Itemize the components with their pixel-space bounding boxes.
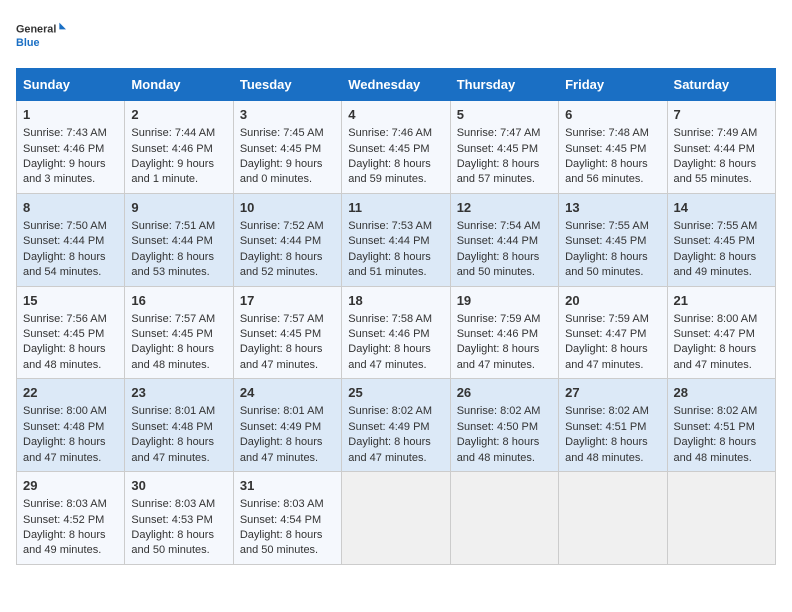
- day-number: 7: [674, 106, 769, 124]
- cell-week2-day4: 12Sunrise: 7:54 AMSunset: 4:44 PMDayligh…: [450, 193, 558, 286]
- header-tuesday: Tuesday: [233, 69, 341, 101]
- logo-svg: General Blue: [16, 16, 66, 56]
- day-number: 29: [23, 477, 118, 495]
- cell-week2-day6: 14Sunrise: 7:55 AMSunset: 4:45 PMDayligh…: [667, 193, 775, 286]
- day-number: 27: [565, 384, 660, 402]
- day-number: 1: [23, 106, 118, 124]
- day-number: 14: [674, 199, 769, 217]
- day-number: 23: [131, 384, 226, 402]
- header-monday: Monday: [125, 69, 233, 101]
- day-number: 24: [240, 384, 335, 402]
- week-row-3: 15Sunrise: 7:56 AMSunset: 4:45 PMDayligh…: [17, 286, 776, 379]
- calendar-table: SundayMondayTuesdayWednesdayThursdayFrid…: [16, 68, 776, 565]
- cell-week3-day5: 20Sunrise: 7:59 AMSunset: 4:47 PMDayligh…: [559, 286, 667, 379]
- cell-week4-day3: 25Sunrise: 8:02 AMSunset: 4:49 PMDayligh…: [342, 379, 450, 472]
- day-number: 8: [23, 199, 118, 217]
- week-row-4: 22Sunrise: 8:00 AMSunset: 4:48 PMDayligh…: [17, 379, 776, 472]
- cell-week5-day1: 30Sunrise: 8:03 AMSunset: 4:53 PMDayligh…: [125, 472, 233, 565]
- svg-text:General: General: [16, 24, 56, 36]
- cell-week1-day2: 3Sunrise: 7:45 AMSunset: 4:45 PMDaylight…: [233, 101, 341, 194]
- week-row-2: 8Sunrise: 7:50 AMSunset: 4:44 PMDaylight…: [17, 193, 776, 286]
- week-row-5: 29Sunrise: 8:03 AMSunset: 4:52 PMDayligh…: [17, 472, 776, 565]
- day-number: 13: [565, 199, 660, 217]
- cell-week2-day5: 13Sunrise: 7:55 AMSunset: 4:45 PMDayligh…: [559, 193, 667, 286]
- cell-week1-day0: 1Sunrise: 7:43 AMSunset: 4:46 PMDaylight…: [17, 101, 125, 194]
- day-number: 6: [565, 106, 660, 124]
- cell-week2-day3: 11Sunrise: 7:53 AMSunset: 4:44 PMDayligh…: [342, 193, 450, 286]
- day-number: 30: [131, 477, 226, 495]
- header-thursday: Thursday: [450, 69, 558, 101]
- cell-week2-day2: 10Sunrise: 7:52 AMSunset: 4:44 PMDayligh…: [233, 193, 341, 286]
- cell-week3-day3: 18Sunrise: 7:58 AMSunset: 4:46 PMDayligh…: [342, 286, 450, 379]
- day-number: 17: [240, 292, 335, 310]
- day-number: 28: [674, 384, 769, 402]
- cell-week4-day1: 23Sunrise: 8:01 AMSunset: 4:48 PMDayligh…: [125, 379, 233, 472]
- cell-week5-day2: 31Sunrise: 8:03 AMSunset: 4:54 PMDayligh…: [233, 472, 341, 565]
- svg-text:Blue: Blue: [16, 37, 39, 49]
- cell-week3-day1: 16Sunrise: 7:57 AMSunset: 4:45 PMDayligh…: [125, 286, 233, 379]
- header-friday: Friday: [559, 69, 667, 101]
- day-number: 12: [457, 199, 552, 217]
- cell-week3-day2: 17Sunrise: 7:57 AMSunset: 4:45 PMDayligh…: [233, 286, 341, 379]
- cell-week5-day0: 29Sunrise: 8:03 AMSunset: 4:52 PMDayligh…: [17, 472, 125, 565]
- day-number: 25: [348, 384, 443, 402]
- day-number: 22: [23, 384, 118, 402]
- day-headers-row: SundayMondayTuesdayWednesdayThursdayFrid…: [17, 69, 776, 101]
- day-number: 2: [131, 106, 226, 124]
- day-number: 16: [131, 292, 226, 310]
- cell-week5-day6: [667, 472, 775, 565]
- cell-week1-day1: 2Sunrise: 7:44 AMSunset: 4:46 PMDaylight…: [125, 101, 233, 194]
- day-number: 26: [457, 384, 552, 402]
- cell-week1-day4: 5Sunrise: 7:47 AMSunset: 4:45 PMDaylight…: [450, 101, 558, 194]
- cell-week4-day6: 28Sunrise: 8:02 AMSunset: 4:51 PMDayligh…: [667, 379, 775, 472]
- day-number: 31: [240, 477, 335, 495]
- cell-week4-day2: 24Sunrise: 8:01 AMSunset: 4:49 PMDayligh…: [233, 379, 341, 472]
- day-number: 4: [348, 106, 443, 124]
- day-number: 19: [457, 292, 552, 310]
- header-sunday: Sunday: [17, 69, 125, 101]
- logo: General Blue: [16, 16, 66, 56]
- page-header: General Blue: [16, 16, 776, 56]
- cell-week2-day1: 9Sunrise: 7:51 AMSunset: 4:44 PMDaylight…: [125, 193, 233, 286]
- header-wednesday: Wednesday: [342, 69, 450, 101]
- cell-week5-day4: [450, 472, 558, 565]
- day-number: 5: [457, 106, 552, 124]
- day-number: 18: [348, 292, 443, 310]
- day-number: 20: [565, 292, 660, 310]
- cell-week3-day0: 15Sunrise: 7:56 AMSunset: 4:45 PMDayligh…: [17, 286, 125, 379]
- week-row-1: 1Sunrise: 7:43 AMSunset: 4:46 PMDaylight…: [17, 101, 776, 194]
- cell-week1-day3: 4Sunrise: 7:46 AMSunset: 4:45 PMDaylight…: [342, 101, 450, 194]
- cell-week2-day0: 8Sunrise: 7:50 AMSunset: 4:44 PMDaylight…: [17, 193, 125, 286]
- cell-week3-day4: 19Sunrise: 7:59 AMSunset: 4:46 PMDayligh…: [450, 286, 558, 379]
- cell-week3-day6: 21Sunrise: 8:00 AMSunset: 4:47 PMDayligh…: [667, 286, 775, 379]
- cell-week4-day5: 27Sunrise: 8:02 AMSunset: 4:51 PMDayligh…: [559, 379, 667, 472]
- day-number: 9: [131, 199, 226, 217]
- cell-week1-day5: 6Sunrise: 7:48 AMSunset: 4:45 PMDaylight…: [559, 101, 667, 194]
- day-number: 21: [674, 292, 769, 310]
- day-number: 10: [240, 199, 335, 217]
- cell-week4-day0: 22Sunrise: 8:00 AMSunset: 4:48 PMDayligh…: [17, 379, 125, 472]
- cell-week1-day6: 7Sunrise: 7:49 AMSunset: 4:44 PMDaylight…: [667, 101, 775, 194]
- cell-week5-day5: [559, 472, 667, 565]
- cell-week5-day3: [342, 472, 450, 565]
- day-number: 3: [240, 106, 335, 124]
- day-number: 15: [23, 292, 118, 310]
- header-saturday: Saturday: [667, 69, 775, 101]
- day-number: 11: [348, 199, 443, 217]
- cell-week4-day4: 26Sunrise: 8:02 AMSunset: 4:50 PMDayligh…: [450, 379, 558, 472]
